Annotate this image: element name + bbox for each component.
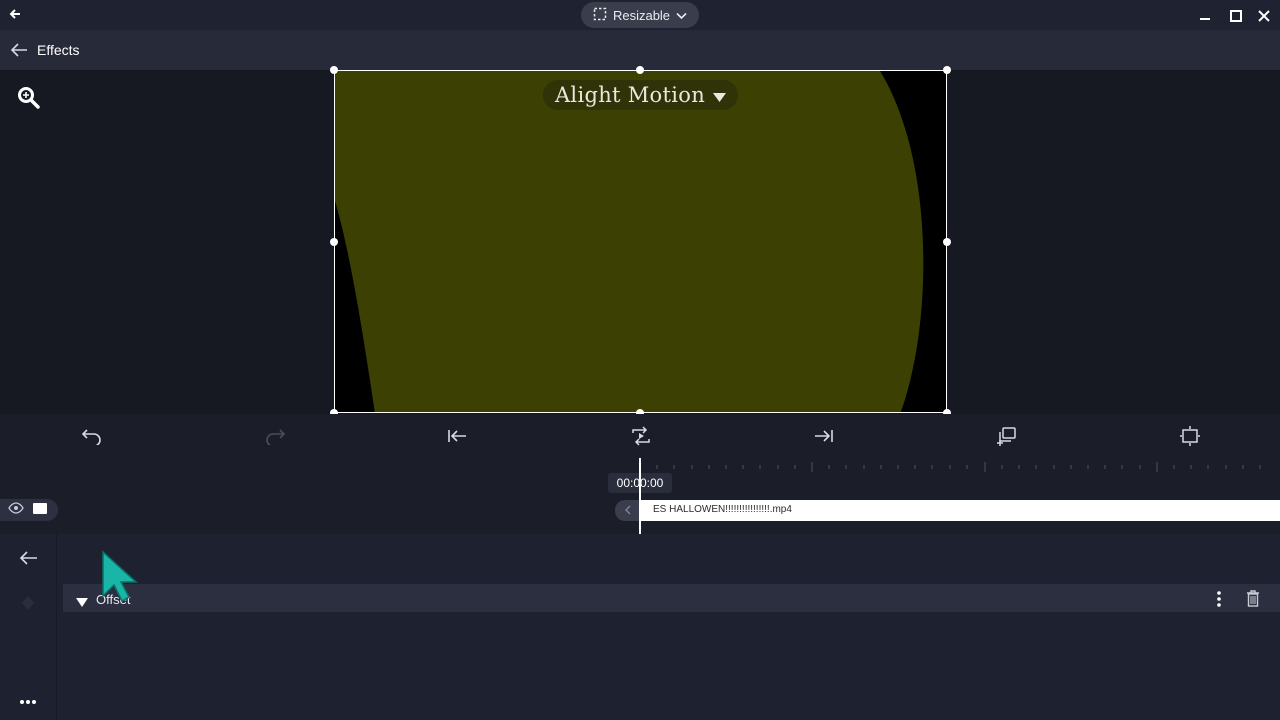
effect-section-offset[interactable]: Offset [63,584,1280,612]
layer-visibility-controls [0,499,58,521]
redo-icon[interactable] [261,422,289,450]
watermark-text: Alight Motion [554,83,706,107]
trash-icon[interactable] [1246,590,1260,612]
resize-handle[interactable] [330,238,338,246]
chevron-left-icon [624,502,631,520]
layer-icon[interactable] [33,501,47,519]
jump-to-end-icon[interactable] [810,422,838,450]
resize-handle[interactable] [943,66,951,74]
duplicate-icon[interactable] [993,422,1021,450]
window-mode-label: Resizable [612,7,671,23]
clip-name: ES HALLOWEN!!!!!!!!!!!!!!!!.mp4 [653,504,792,515]
resize-handle[interactable] [330,66,338,74]
video-canvas[interactable] [334,70,947,413]
caret-down-icon [713,83,727,107]
more-icon[interactable] [19,692,37,710]
resize-frame-icon [593,7,607,24]
properties-left-rail [0,534,57,720]
keyframe-icon[interactable] [22,596,34,615]
mouse-cursor-icon [100,550,138,607]
minimize-icon[interactable] [1199,8,1211,27]
resize-handle[interactable] [636,66,644,74]
timeline[interactable]: 00:00:00 ES HALLOWEN!!!!!!!!!!!!!!!!.mp4 [0,458,1280,534]
page-title: Effects [37,42,80,58]
clip-trim-handle[interactable] [615,500,640,521]
back-arrow-icon[interactable] [8,7,22,26]
more-vertical-icon[interactable] [1217,591,1221,612]
close-icon[interactable] [1258,9,1270,27]
effects-header: Effects [0,30,1280,70]
watermark-badge[interactable]: Alight Motion [543,80,738,110]
eye-icon[interactable] [8,501,24,519]
caret-down-icon[interactable] [76,594,88,612]
video-frame [335,71,946,412]
editor-toolbar [0,414,1280,458]
maximize-icon[interactable] [1230,9,1242,27]
playhead[interactable] [639,458,641,534]
arrow-left-icon[interactable] [10,42,28,63]
properties-panel [0,534,1280,720]
video-clip[interactable]: ES HALLOWEN!!!!!!!!!!!!!!!!.mp4 [640,500,1280,521]
resize-handle[interactable] [943,238,951,246]
chevron-down-icon [676,8,687,23]
play-loop-icon[interactable] [627,422,655,450]
undo-icon[interactable] [78,422,106,450]
timeline-ruler [640,462,1261,472]
title-bar: Resizable [0,0,1280,30]
window-mode-dropdown[interactable]: Resizable [581,2,699,28]
back-arrow-icon[interactable] [18,550,38,571]
zoom-icon[interactable] [15,84,41,110]
fit-screen-icon[interactable] [1176,422,1204,450]
jump-to-start-icon[interactable] [443,422,471,450]
